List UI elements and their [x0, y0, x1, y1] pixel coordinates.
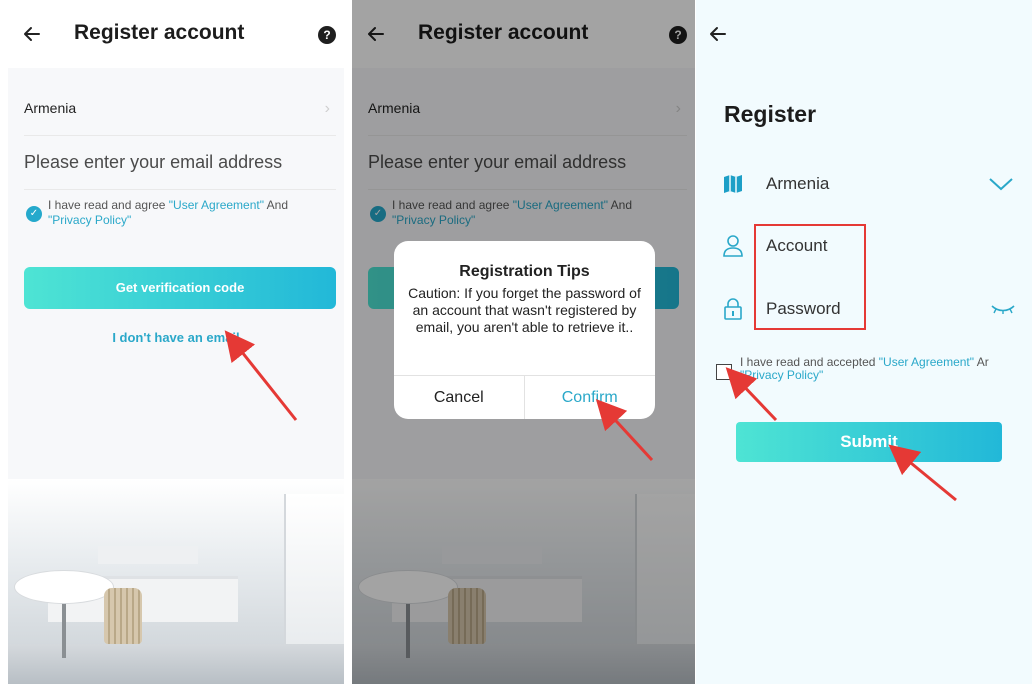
- eye-closed-icon[interactable]: [990, 303, 1016, 315]
- agreement-text: I have read and agree "User Agreement" A…: [48, 198, 289, 227]
- dialog-message: Caution: If you forget the password of a…: [408, 285, 641, 335]
- back-arrow-icon[interactable]: [708, 24, 728, 44]
- chevron-down-icon[interactable]: [988, 176, 1014, 192]
- country-selector[interactable]: Armenia: [722, 164, 1032, 204]
- chevron-right-icon: ›: [324, 100, 330, 117]
- page-title: Register: [724, 101, 817, 127]
- confirm-button[interactable]: Confirm: [525, 376, 656, 419]
- register-account-screen: Register Armenia Account Password I have…: [696, 0, 1032, 684]
- back-arrow-icon[interactable]: [22, 24, 42, 44]
- kitchen-background-image: [8, 479, 344, 684]
- dialog-buttons: Cancel Confirm: [394, 375, 655, 419]
- register-dialog-screen: Register account ? Armenia › Please ente…: [352, 0, 695, 684]
- check-circle-icon[interactable]: ✓: [26, 206, 42, 222]
- privacy-policy-link[interactable]: "Privacy Policy": [740, 368, 823, 382]
- get-verification-code-button[interactable]: Get verification code: [24, 267, 336, 309]
- agreement-checkbox[interactable]: [716, 364, 732, 380]
- annotation-highlight-box: [754, 224, 866, 330]
- country-value: Armenia: [766, 174, 830, 193]
- country-selector[interactable]: Armenia ›: [24, 84, 336, 136]
- email-placeholder: Please enter your email address: [24, 152, 283, 172]
- cancel-button[interactable]: Cancel: [394, 376, 525, 419]
- user-icon: [723, 235, 743, 257]
- register-email-screen: Register account ? Armenia › Please ente…: [8, 0, 344, 684]
- user-agreement-link[interactable]: "User Agreement": [879, 355, 974, 369]
- lock-icon: [724, 298, 742, 320]
- agreement-text: I have read and accepted "User Agreement…: [740, 355, 989, 382]
- country-value: Armenia: [24, 100, 77, 116]
- dialog-title: Registration Tips: [459, 263, 590, 280]
- no-email-link[interactable]: I don't have an email: [8, 330, 344, 345]
- help-icon[interactable]: ?: [318, 26, 336, 44]
- page-title: Register account: [74, 21, 245, 44]
- email-input[interactable]: Please enter your email address: [24, 140, 336, 190]
- registration-tips-dialog: Registration Tips Caution: If you forget…: [394, 241, 655, 419]
- privacy-policy-link[interactable]: "Privacy Policy": [48, 213, 131, 227]
- user-agreement-link[interactable]: "User Agreement": [169, 198, 264, 212]
- top-bar: Register account ?: [8, 0, 344, 68]
- agreement-row: ✓ I have read and agree "User Agreement"…: [24, 198, 338, 238]
- map-icon: [724, 175, 742, 193]
- submit-button[interactable]: Submit: [736, 422, 1002, 462]
